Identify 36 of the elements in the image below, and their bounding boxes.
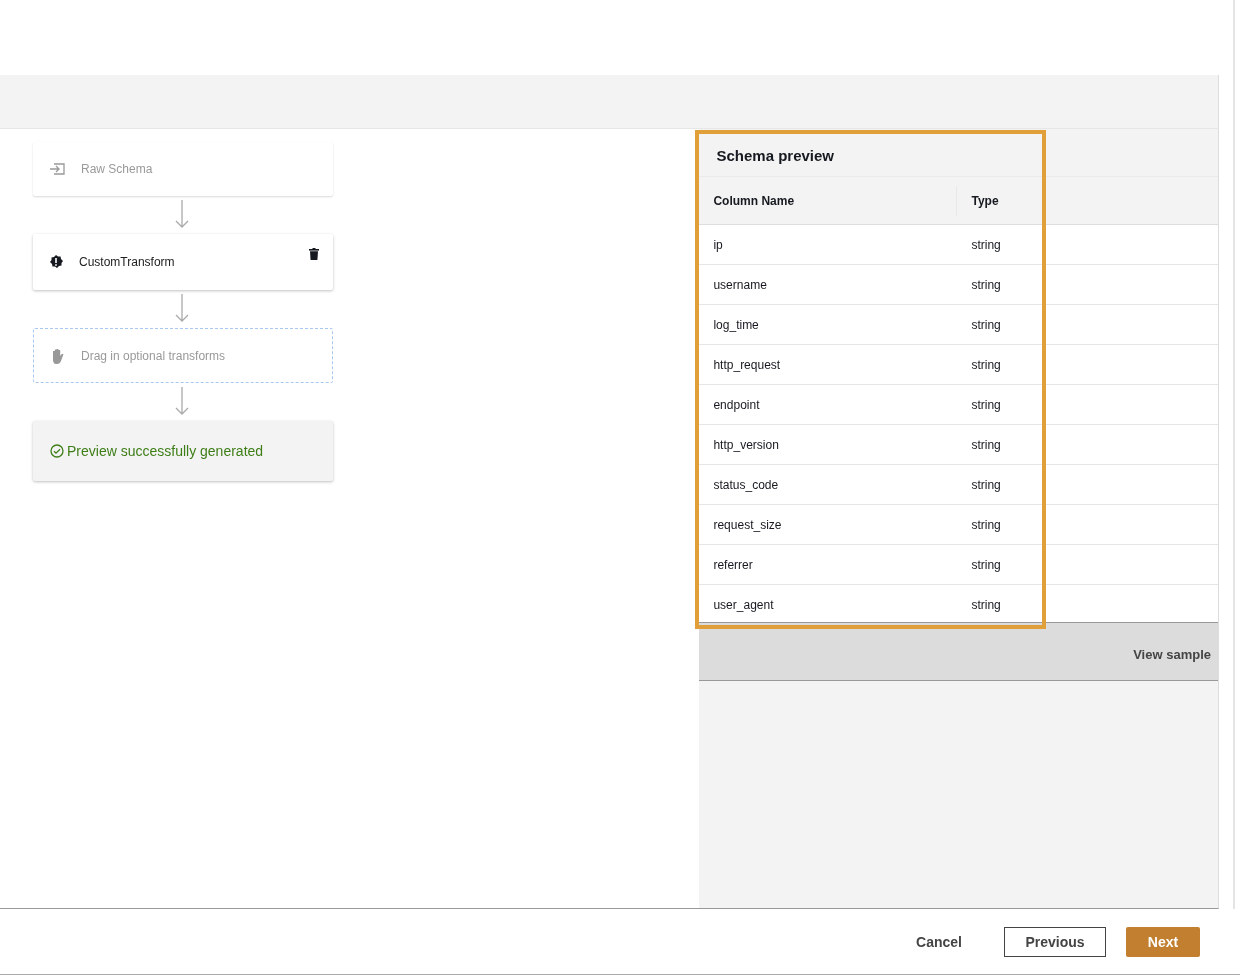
table-cell: string <box>971 517 1001 532</box>
down-arrow <box>175 200 189 228</box>
table-cell: referrer <box>713 557 753 572</box>
table-cell: string <box>971 437 1001 452</box>
table-cell: log_time <box>713 317 759 332</box>
table-cell: string <box>971 397 1001 412</box>
table-cell: endpoint <box>713 397 760 412</box>
check-circle-icon <box>50 444 64 458</box>
table-cell: string <box>971 317 1001 332</box>
table-cell: user_agent <box>713 597 774 612</box>
hand-icon <box>50 347 65 364</box>
alert-icon <box>49 255 63 269</box>
view-sample-bar[interactable]: View sample <box>699 622 1218 681</box>
down-arrow <box>175 387 189 415</box>
pipeline-card[interactable]: CustomTransform <box>33 234 333 290</box>
import-icon <box>49 163 65 175</box>
table-cell: ip <box>713 237 723 252</box>
table-cell: request_size <box>713 517 782 532</box>
column-header: Column Name <box>713 193 795 208</box>
cancel-button[interactable]: Cancel <box>910 926 968 957</box>
previous-button[interactable]: Previous <box>1004 926 1106 957</box>
table-cell: string <box>971 557 1001 572</box>
table-cell: string <box>971 477 1001 492</box>
trash-icon[interactable] <box>309 248 319 260</box>
table-cell: string <box>971 357 1001 372</box>
table-cell: string <box>971 277 1001 292</box>
table-cell: http_request <box>713 357 781 372</box>
table-cell: http_version <box>713 437 779 452</box>
down-arrow <box>175 294 189 322</box>
table-cell: status_code <box>713 477 779 492</box>
table-cell: string <box>971 237 1001 252</box>
table-cell: string <box>971 597 1001 612</box>
panel-title: Schema preview <box>699 129 1218 177</box>
table-cell: username <box>713 277 767 292</box>
status-card: Preview successfully generated <box>33 421 333 481</box>
column-header: Type <box>971 193 999 208</box>
